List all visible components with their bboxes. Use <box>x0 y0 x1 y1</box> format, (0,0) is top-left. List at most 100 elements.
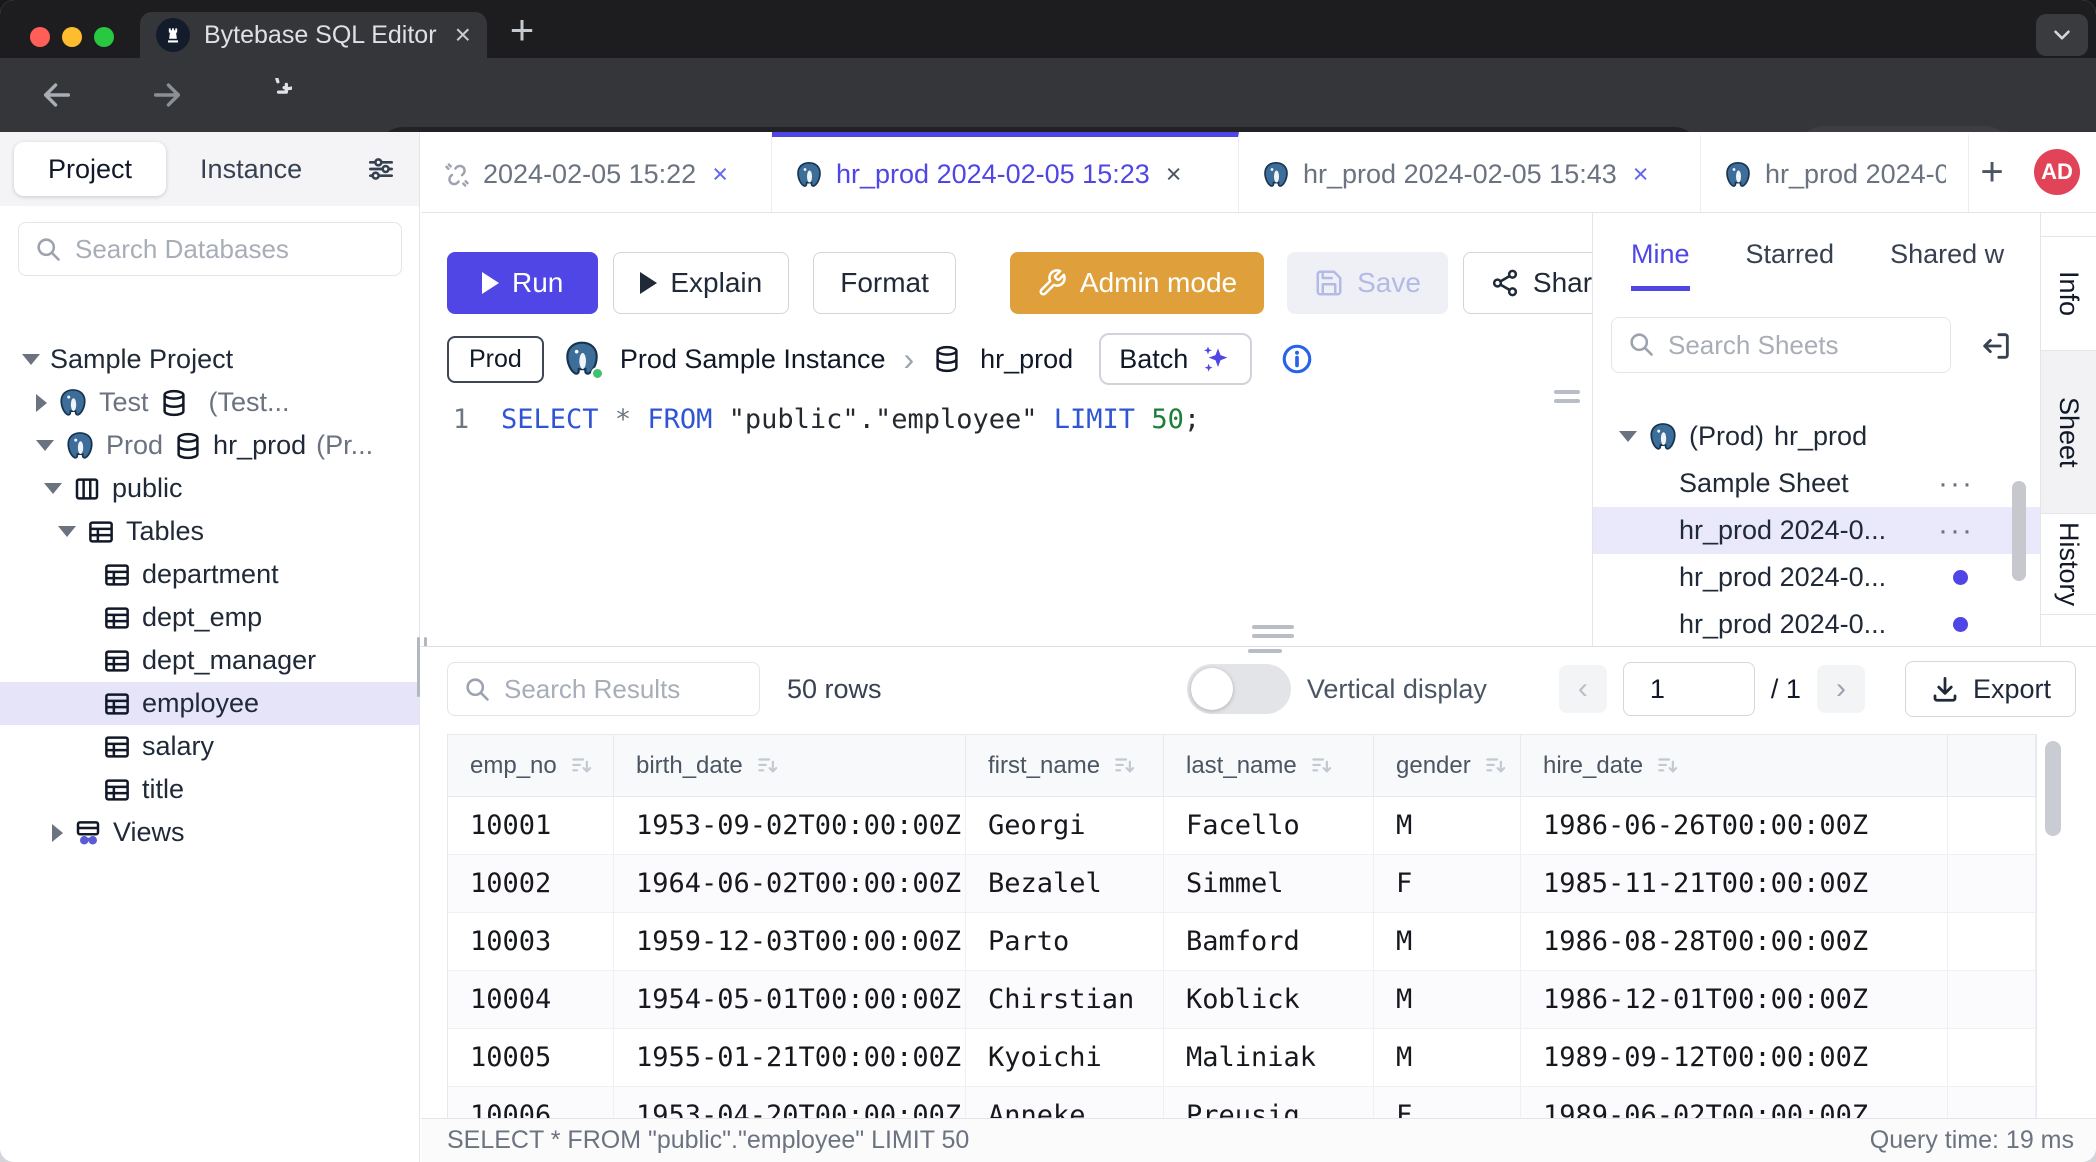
editor-panel-resize-handle[interactable] <box>1554 385 1580 408</box>
search-sheets-input[interactable] <box>1611 317 1951 373</box>
close-window-button[interactable] <box>30 27 50 47</box>
new-tab-button[interactable]: + <box>500 8 544 52</box>
tab-starred[interactable]: Starred <box>1746 239 1835 286</box>
export-button[interactable]: Export <box>1905 661 2076 717</box>
next-page-button[interactable]: › <box>1817 665 1865 713</box>
results-resize-grip[interactable] <box>1235 646 1295 661</box>
tab-search-chevron-button[interactable] <box>2036 14 2088 56</box>
tree-item-salary[interactable]: salary <box>0 725 419 768</box>
column-header-gender[interactable]: gender <box>1374 735 1521 796</box>
tree-item-tables-group[interactable]: Tables <box>0 510 419 553</box>
close-sheet-icon[interactable]: × <box>1166 159 1182 190</box>
caret-down-icon[interactable] <box>44 483 62 494</box>
caret-down-icon[interactable] <box>1619 431 1637 442</box>
page-input[interactable] <box>1623 662 1755 716</box>
tree-item-title[interactable]: title <box>0 768 419 811</box>
sheet-tab-2-active[interactable]: hr_prod 2024-02-05 15:23 × <box>772 132 1239 212</box>
tab-shared[interactable]: Shared w <box>1890 239 2004 286</box>
more-icon[interactable]: ··· <box>1938 467 1974 501</box>
sort-icon[interactable] <box>569 753 595 779</box>
explain-button[interactable]: Explain <box>613 252 789 314</box>
tree-item-employee-selected[interactable]: employee <box>0 682 419 725</box>
sheet-list-scrollbar[interactable] <box>2012 481 2026 581</box>
minimize-window-button[interactable] <box>62 27 82 47</box>
run-button[interactable]: Run <box>447 252 598 314</box>
batch-mode-button[interactable]: Batch <box>1099 333 1252 385</box>
avatar[interactable]: AD <box>2034 149 2080 195</box>
filter-sliders-icon[interactable] <box>365 153 397 185</box>
table-row[interactable]: 100061953-04-20T00:00:00ZAnnekePreusigF1… <box>448 1087 2036 1118</box>
sheet-item-unsaved[interactable]: hr_prod 2024-0... <box>1593 554 2040 601</box>
column-header-last-name[interactable]: last_name <box>1164 735 1374 796</box>
tree-item-hr-prod[interactable]: Prod hr_prod (Pr... <box>0 424 419 467</box>
table-row[interactable]: 100011953-09-02T00:00:00ZGeorgiFacelloM1… <box>448 797 2036 855</box>
strip-tab-history[interactable]: History <box>2041 514 2096 615</box>
save-button[interactable]: Save <box>1287 252 1448 314</box>
browser-tab[interactable]: Bytebase SQL Editor × <box>140 12 487 58</box>
caret-down-icon[interactable] <box>36 440 54 451</box>
caret-down-icon[interactable] <box>58 526 76 537</box>
strip-tab-info[interactable]: Info <box>2041 236 2096 351</box>
table-row[interactable]: 100051955-01-21T00:00:00ZKyoichiMaliniak… <box>448 1029 2036 1087</box>
sheet-tab-4[interactable]: hr_prod 2024-0 <box>1701 132 1969 212</box>
tab-project[interactable]: Project <box>14 142 166 196</box>
tab-mine[interactable]: Mine <box>1631 239 1690 291</box>
tree-item-dept-manager[interactable]: dept_manager <box>0 639 419 682</box>
zoom-window-button[interactable] <box>94 27 114 47</box>
caret-right-icon[interactable] <box>52 824 63 842</box>
tree-item-views-group[interactable]: Views <box>0 811 419 854</box>
sheet-tab-1[interactable]: 2024-02-05 15:22 × <box>421 132 772 212</box>
table-row[interactable]: 100031959-12-03T00:00:00ZPartoBamfordM19… <box>448 913 2036 971</box>
editor-results-resize-handle[interactable] <box>1252 620 1294 643</box>
tab-instance[interactable]: Instance <box>166 142 336 196</box>
database-name[interactable]: hr_prod <box>980 344 1073 375</box>
sheet-item-unsaved-2[interactable]: hr_prod 2024-0... <box>1593 601 2040 646</box>
info-icon[interactable] <box>1280 342 1314 376</box>
new-sheet-button[interactable]: + <box>1969 132 2015 212</box>
results-scrollbar[interactable] <box>2045 741 2061 836</box>
tree-item-hr-test[interactable]: Test (Test... <box>0 381 419 424</box>
column-header-first-name[interactable]: first_name <box>966 735 1164 796</box>
format-button[interactable]: Format <box>813 252 956 314</box>
environment-badge[interactable]: Prod <box>447 336 544 383</box>
strip-tab-sheet[interactable]: Sheet <box>2041 351 2096 514</box>
admin-mode-button[interactable]: Admin mode <box>1010 252 1264 314</box>
column-header-emp-no[interactable]: emp_no <box>448 735 614 796</box>
column-header-birth-date[interactable]: birth_date <box>614 735 966 796</box>
back-icon[interactable] <box>40 78 74 112</box>
tree-item-dept-emp[interactable]: dept_emp <box>0 596 419 639</box>
instance-name[interactable]: Prod Sample Instance <box>620 344 886 375</box>
sort-icon[interactable] <box>755 753 781 779</box>
column-header-hire-date[interactable]: hire_date <box>1521 735 1948 796</box>
sql-code-line[interactable]: SELECT * FROM "public"."employee" LIMIT … <box>501 404 1200 435</box>
sheet-item-sample[interactable]: Sample Sheet ··· <box>1593 460 2040 507</box>
table-row[interactable]: 100021964-06-02T00:00:00ZBezalelSimmelF1… <box>448 855 2036 913</box>
sheet-tab-3[interactable]: hr_prod 2024-02-05 15:43 × <box>1239 132 1701 212</box>
results-panel: 50 rows Vertical display ‹ / 1 › Export <box>421 646 2096 1118</box>
sort-icon[interactable] <box>1655 753 1681 779</box>
close-sheet-icon[interactable]: × <box>712 159 728 190</box>
table-row[interactable]: 100041954-05-01T00:00:00ZChirstianKoblic… <box>448 971 2036 1029</box>
import-sheet-icon[interactable] <box>1979 329 2013 363</box>
sql-editor[interactable]: 1 SELECT * FROM "public"."employee" LIMI… <box>421 404 1592 435</box>
close-sheet-icon[interactable]: × <box>1633 159 1649 190</box>
reload-icon[interactable] <box>258 78 292 112</box>
caret-down-icon[interactable] <box>22 354 40 365</box>
vertical-display-toggle[interactable] <box>1187 664 1291 714</box>
more-icon[interactable]: ··· <box>1938 514 1974 548</box>
prev-page-button[interactable]: ‹ <box>1559 665 1607 713</box>
close-tab-icon[interactable]: × <box>455 21 471 49</box>
forward-icon[interactable] <box>150 78 184 112</box>
sort-icon[interactable] <box>1309 753 1335 779</box>
search-results-input[interactable] <box>447 662 760 716</box>
tree-item-schema-public[interactable]: public <box>0 467 419 510</box>
tree-item-department[interactable]: department <box>0 553 419 596</box>
caret-right-icon[interactable] <box>36 394 47 412</box>
sheet-item-selected[interactable]: hr_prod 2024-0... ··· <box>1593 507 2040 554</box>
search-databases-input[interactable] <box>18 222 402 276</box>
unsaved-dot-icon <box>1953 617 1968 632</box>
sort-icon[interactable] <box>1112 753 1138 779</box>
tree-item-project[interactable]: Sample Project <box>0 338 419 381</box>
sheet-group-hr-prod[interactable]: (Prod) hr_prod <box>1593 413 2040 460</box>
sort-icon[interactable] <box>1483 753 1509 779</box>
